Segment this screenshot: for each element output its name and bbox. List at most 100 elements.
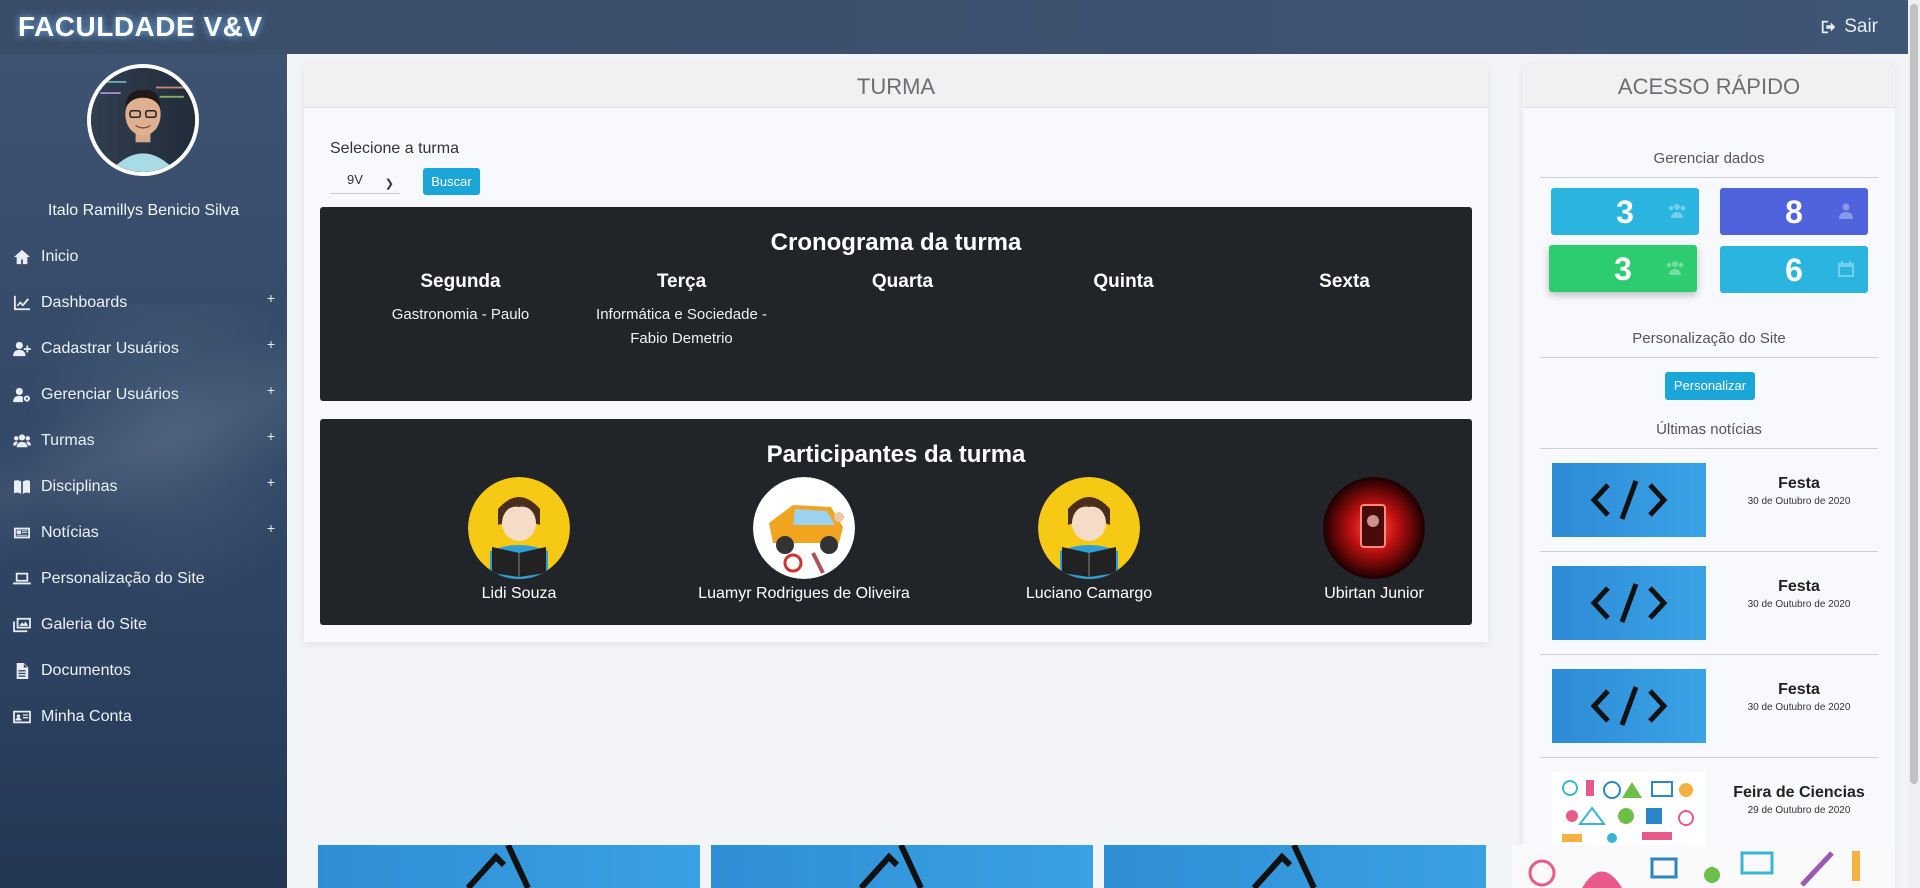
gallery-thumbnail[interactable]	[711, 845, 1093, 888]
stat-card-usuarios[interactable]: 8	[1720, 188, 1868, 235]
sign-out-icon	[1822, 20, 1836, 34]
expand-icon[interactable]: +	[267, 382, 275, 398]
news-item[interactable]: Festa 30 de Outubro de 2020	[1540, 657, 1878, 758]
sidebar-item-label: Documentos	[41, 662, 131, 679]
day-name: Quinta	[1093, 271, 1154, 292]
day-name: Terça	[656, 271, 707, 292]
sidebar-item-noticias[interactable]: Notícias +	[0, 510, 287, 556]
turma-card: TURMA Selecione a turma 9V ❯ Buscar Cron…	[304, 64, 1488, 642]
participantes-title: Participantes da turma	[766, 441, 1026, 468]
buscar-button[interactable]: Buscar	[423, 168, 480, 195]
sidebar-item-cadastrar-usuarios[interactable]: Cadastrar Usuários +	[0, 326, 287, 372]
users-icon	[1666, 261, 1684, 275]
news-item[interactable]: Festa 30 de Outubro de 2020	[1540, 554, 1878, 655]
logout-button[interactable]: Sair	[1820, 16, 1878, 38]
stat-card-eventos[interactable]: 6	[1720, 246, 1868, 293]
sidebar-item-disciplinas[interactable]: Disciplinas +	[0, 464, 287, 510]
cronograma-days: Segunda Gastronomia - Paulo Terça Inform…	[320, 271, 1472, 351]
home-icon	[11, 248, 33, 266]
news-title: Festa	[1778, 681, 1820, 698]
class-entry: Fabio Demetrio	[630, 330, 733, 347]
day-column: Segunda Gastronomia - Paulo	[350, 271, 571, 351]
gallery-strip	[318, 845, 1518, 888]
sidebar-item-documentos[interactable]: Documentos	[0, 648, 287, 694]
news-title: Festa	[1778, 578, 1820, 595]
id-card-icon	[11, 708, 33, 726]
gallery-thumbnail-science[interactable]	[1512, 845, 1892, 888]
sidebar-item-label: Cadastrar Usuários	[41, 340, 179, 357]
member-name: Ubirtan Junior	[1324, 585, 1424, 602]
sidebar-item-label: Minha Conta	[41, 708, 132, 725]
turma-select-value: 9V	[347, 172, 363, 187]
expand-icon[interactable]: +	[267, 336, 275, 352]
day-name: Quarta	[871, 271, 934, 292]
sidebar: Italo Ramillys Benicio Silva Inicio Dash…	[0, 54, 287, 888]
news-thumbnail	[1552, 463, 1706, 537]
news-date: 29 de Outubro de 2020	[1747, 805, 1851, 816]
turma-card-title: TURMA	[304, 64, 1488, 108]
sidebar-item-dashboards[interactable]: Dashboards +	[0, 280, 287, 326]
page-scrollbar[interactable]	[1908, 0, 1920, 888]
member-item[interactable]: Luciano Camargo	[969, 477, 1209, 603]
chevron-down-icon: ❯	[384, 178, 394, 190]
day-column: Quinta	[1013, 271, 1234, 351]
turma-select[interactable]: 9V ❯	[330, 166, 400, 194]
sidebar-item-label: Galeria do Site	[41, 616, 147, 633]
expand-icon[interactable]: +	[267, 474, 275, 490]
day-column: Terça Informática e Sociedade - Fabio De…	[571, 271, 792, 351]
day-name: Segunda	[420, 271, 501, 292]
news-date: 30 de Outubro de 2020	[1747, 702, 1851, 713]
turma-select-label: Selecione a turma	[330, 140, 459, 157]
user-tie-icon	[1839, 203, 1853, 219]
sidebar-item-label: Dashboards	[41, 294, 128, 311]
member-avatar	[1038, 477, 1140, 579]
news-thumbnail	[1552, 772, 1706, 846]
member-avatar	[753, 477, 855, 579]
book-open-icon	[11, 478, 33, 496]
user-plus-icon	[11, 340, 33, 358]
stat-card-disciplinas[interactable]: 3	[1549, 245, 1697, 292]
news-date: 30 de Outubro de 2020	[1747, 599, 1851, 610]
calendar-icon	[1838, 261, 1854, 277]
member-avatar	[1323, 477, 1425, 579]
sidebar-item-minha-conta[interactable]: Minha Conta	[0, 694, 287, 740]
main-content: TURMA Selecione a turma 9V ❯ Buscar Cron…	[287, 54, 1920, 888]
day-name: Sexta	[1319, 271, 1370, 292]
gallery-thumbnail[interactable]	[318, 845, 700, 888]
personalizar-button[interactable]: Personalizar	[1665, 372, 1755, 400]
expand-icon[interactable]: +	[267, 520, 275, 536]
cronograma-panel: Cronograma da turma Segunda Gastronomia …	[320, 207, 1472, 401]
news-thumbnail	[1552, 566, 1706, 640]
ultimas-noticias-title: Últimas notícias	[1540, 421, 1878, 449]
member-name: Luamyr Rodrigues de Oliveira	[698, 585, 910, 602]
scrollbar-thumb[interactable]	[1910, 4, 1918, 784]
sidebar-item-label: Turmas	[41, 432, 95, 449]
member-item[interactable]: Lidi Souza	[399, 477, 639, 603]
sidebar-item-turmas[interactable]: Turmas +	[0, 418, 287, 464]
images-icon	[11, 616, 33, 634]
sidebar-item-personalizacao[interactable]: Personalização do Site	[0, 556, 287, 602]
gallery-thumbnail[interactable]	[1104, 845, 1486, 888]
member-item[interactable]: Ubirtan Junior	[1254, 477, 1494, 603]
member-item[interactable]: Luamyr Rodrigues de Oliveira	[684, 477, 924, 603]
personalizacao-title: Personalização do Site	[1540, 330, 1878, 358]
expand-icon[interactable]: +	[267, 428, 275, 444]
sidebar-item-label: Personalização do Site	[41, 570, 205, 587]
sidebar-item-gerenciar-usuarios[interactable]: Gerenciar Usuários +	[0, 372, 287, 418]
news-thumbnail	[1552, 669, 1706, 743]
member-name: Lidi Souza	[481, 585, 557, 602]
news-date: 30 de Outubro de 2020	[1747, 496, 1851, 507]
sidebar-item-label: Disciplinas	[41, 478, 118, 495]
brand-logo[interactable]: FACULDADE V&V	[18, 11, 263, 43]
user-name: Italo Ramillys Benicio Silva	[47, 202, 240, 219]
users-icon	[1668, 204, 1686, 218]
news-title: Feira de Ciencias	[1733, 784, 1865, 801]
cronograma-title: Cronograma da turma	[770, 229, 1022, 256]
sidebar-item-galeria[interactable]: Galeria do Site	[0, 602, 287, 648]
sidebar-item-inicio[interactable]: Inicio	[0, 234, 287, 280]
expand-icon[interactable]: +	[267, 290, 275, 306]
news-item[interactable]: Festa 30 de Outubro de 2020	[1540, 451, 1878, 552]
sidebar-nav: Inicio Dashboards + Cadastrar Usuários +…	[0, 234, 287, 740]
stat-card-turmas[interactable]: 3	[1551, 188, 1699, 235]
news-title: Festa	[1778, 475, 1820, 492]
